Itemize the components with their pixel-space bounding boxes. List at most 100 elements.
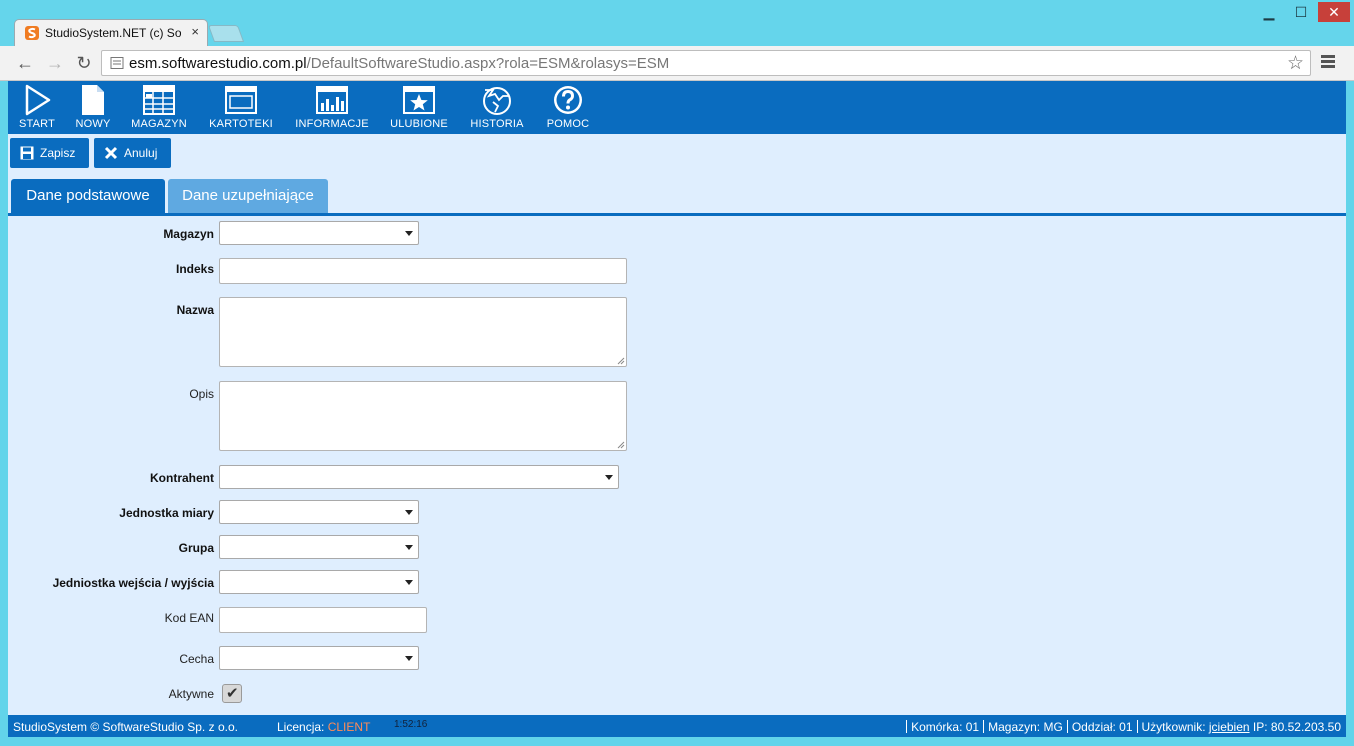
status-bar: StudioSystem © SoftwareStudio Sp. z o.o.… [8, 715, 1346, 737]
tab-dane-uzupelniajace[interactable]: Dane uzupełniające [168, 179, 328, 213]
browser-address-bar: ← → ↻ esm.softwarestudio.com.pl/DefaultS… [0, 46, 1354, 81]
back-arrow-icon[interactable]: ← [14, 52, 36, 74]
app-toolbar: START NOWY MAGAZYN KARTOTEKI INFORMACJE … [8, 81, 1346, 134]
tabs-underline [8, 213, 1346, 216]
browser-menu-icon[interactable] [1320, 53, 1336, 73]
jednostka-we-wy-select[interactable] [219, 570, 419, 594]
jednostka-we-wy-label: Jedniostka wejścia / wyjścia [52, 576, 214, 590]
history-icon [483, 87, 511, 115]
toolbar-kartoteki-label: KARTOTEKI [209, 118, 273, 130]
chevron-down-icon [405, 545, 413, 550]
toolbar-magazyn[interactable]: MAGAZYN [128, 84, 190, 132]
toolbar-ulubione-label: ULUBIONE [390, 118, 448, 130]
chevron-down-icon [405, 580, 413, 585]
resize-grip-icon[interactable] [617, 357, 625, 365]
nazwa-textarea[interactable] [219, 297, 627, 367]
save-button-label: Zapisz [40, 146, 76, 160]
window-bottom-border [0, 737, 1354, 746]
help-icon [554, 86, 582, 114]
jednostka-miary-select[interactable] [219, 500, 419, 524]
status-user-label: Użytkownik: [1141, 720, 1206, 734]
checkmark-icon: ✔ [226, 685, 239, 702]
chevron-down-icon [405, 656, 413, 661]
close-x-icon [104, 146, 118, 160]
url-host: esm.softwarestudio.com.pl [129, 55, 307, 72]
document-icon [82, 85, 104, 115]
toolbar-magazyn-label: MAGAZYN [131, 118, 187, 130]
status-ip: IP: 80.52.203.50 [1252, 720, 1341, 734]
magazyn-select[interactable] [219, 221, 419, 245]
cecha-label: Cecha [179, 652, 214, 666]
chevron-down-icon [405, 510, 413, 515]
toolbar-pomoc-label: POMOC [546, 118, 590, 130]
star-icon [403, 86, 435, 114]
tab-dane-podstawowe[interactable]: Dane podstawowe [11, 179, 165, 213]
chevron-down-icon [605, 475, 613, 480]
jednostka-miary-label: Jednostka miary [119, 506, 214, 520]
status-license: Licencja: CLIENT [277, 720, 370, 734]
window-icon [225, 86, 257, 114]
toolbar-nowy-label: NOWY [75, 118, 111, 130]
toolbar-kartoteki[interactable]: KARTOTEKI [206, 84, 276, 132]
status-copyright: StudioSystem © SoftwareStudio Sp. z o.o. [13, 720, 238, 734]
status-oddzial: Oddział: 01 [1071, 720, 1133, 734]
kontrahent-select[interactable] [219, 465, 619, 489]
kontrahent-label: Kontrahent [150, 471, 214, 485]
url-path: /DefaultSoftwareStudio.aspx?rola=ESM&rol… [306, 55, 670, 72]
toolbar-informacje-label: INFORMACJE [295, 118, 369, 130]
opis-textarea[interactable] [219, 381, 627, 451]
status-komorka: Komórka: 01 [911, 720, 980, 734]
save-button[interactable]: Zapisz [10, 138, 89, 168]
bookmark-star-icon[interactable]: ☆ [1287, 52, 1304, 75]
status-user-link[interactable]: jciebien [1209, 720, 1250, 734]
new-tab-button[interactable] [207, 25, 245, 42]
resize-grip-icon[interactable] [617, 441, 625, 449]
browser-tab[interactable]: StudioSystem.NET (c) Soft × [14, 19, 208, 46]
grid-icon [143, 85, 175, 115]
window-maximize-button[interactable]: ☐ [1287, 2, 1315, 22]
url-text: esm.softwarestudio.com.pl/DefaultSoftwar… [129, 55, 669, 72]
window-close-button[interactable]: ✕ [1318, 2, 1350, 22]
forward-arrow-icon[interactable]: → [44, 52, 66, 74]
indeks-input[interactable] [219, 258, 627, 284]
grupa-select[interactable] [219, 535, 419, 559]
browser-titlebar: StudioSystem.NET (c) Soft × ▁ ☐ ✕ [0, 0, 1354, 46]
grupa-label: Grupa [178, 541, 214, 555]
toolbar-historia[interactable]: HISTORIA [466, 84, 528, 132]
bar-chart-icon [316, 86, 348, 114]
status-session-info: Komórka: 01 Magazyn: MG Oddział: 01 Użytkow… [902, 720, 1341, 734]
play-icon [25, 84, 51, 116]
indeks-label: Indeks [175, 262, 214, 276]
toolbar-start-label: START [18, 118, 56, 130]
kod-ean-input[interactable] [219, 607, 427, 633]
toolbar-informacje[interactable]: INFORMACJE [293, 84, 371, 132]
browser-tab-title: StudioSystem.NET (c) Soft [45, 26, 181, 40]
chevron-down-icon [405, 231, 413, 236]
cancel-button[interactable]: Anuluj [94, 138, 171, 168]
status-time: 1:52:16 [394, 719, 428, 730]
license-label: Licencja: [277, 720, 325, 734]
license-value: CLIENT [327, 720, 371, 734]
toolbar-pomoc[interactable]: POMOC [544, 84, 592, 132]
toolbar-ulubione[interactable]: ULUBIONE [387, 84, 451, 132]
magazyn-label: Magazyn [163, 227, 214, 241]
opis-label: Opis [189, 387, 214, 401]
cancel-button-label: Anuluj [124, 146, 158, 160]
toolbar-nowy[interactable]: NOWY [72, 84, 114, 132]
studiosystem-favicon-icon [25, 26, 39, 40]
reload-icon[interactable]: ↻ [73, 52, 95, 74]
aktywne-label: Aktywne [168, 687, 214, 701]
kod-ean-label: Kod EAN [164, 611, 214, 625]
toolbar-historia-label: HISTORIA [470, 118, 524, 130]
page-icon [110, 57, 124, 69]
window-minimize-button[interactable]: ▁ [1255, 2, 1283, 22]
url-input[interactable]: esm.softwarestudio.com.pl/DefaultSoftwar… [101, 50, 1311, 76]
aktywne-checkbox[interactable]: ✔ [222, 684, 242, 703]
cecha-select[interactable] [219, 646, 419, 670]
nazwa-label: Nazwa [176, 303, 214, 317]
toolbar-start[interactable]: START [16, 84, 58, 132]
status-magazyn: Magazyn: MG [988, 720, 1063, 734]
content-area: Zapisz Anuluj Dane podstawowe Dane uzupe… [8, 134, 1346, 715]
tab-close-icon[interactable]: × [191, 24, 199, 39]
floppy-disk-icon [20, 146, 34, 160]
